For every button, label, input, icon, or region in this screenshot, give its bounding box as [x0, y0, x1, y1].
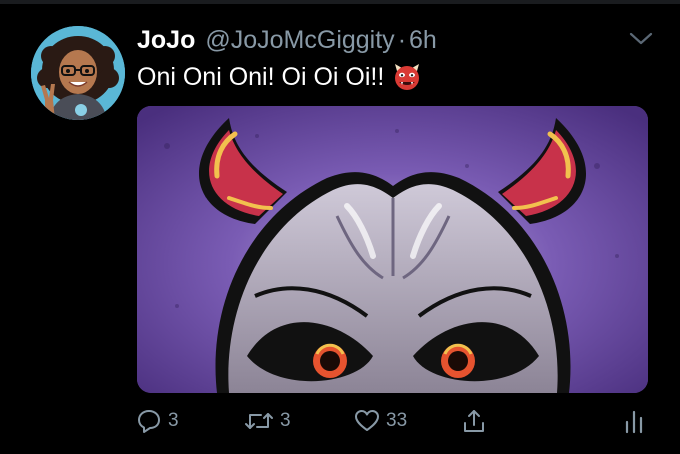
user-handle[interactable]: @JoJoMcGiggity: [205, 26, 394, 55]
retweet-count: 3: [280, 410, 291, 431]
avatar-illustration: [31, 26, 125, 120]
display-name[interactable]: JoJo: [137, 26, 195, 55]
like-count: 33: [386, 410, 408, 431]
tweet-header: JoJo @JoJoMcGiggity · 6h: [137, 26, 437, 56]
chevron-down-icon: [629, 32, 653, 45]
analytics-icon: [625, 410, 643, 434]
tweet[interactable]: JoJo @JoJoMcGiggity · 6h Oni Oni Oni! Oi…: [0, 0, 680, 454]
share-icon: [464, 410, 484, 432]
oni-demon-image: [137, 106, 648, 393]
avatar[interactable]: [31, 26, 125, 120]
reply-button[interactable]: 3: [136, 408, 179, 434]
retweet-icon: [245, 413, 273, 429]
heart-icon: [355, 410, 379, 431]
tweet-text: Oni Oni Oni! Oi Oi Oi!!: [137, 62, 422, 92]
more-options-button[interactable]: [626, 28, 656, 50]
timestamp[interactable]: 6h: [409, 26, 437, 55]
tweet-media-image[interactable]: [137, 106, 648, 393]
like-button[interactable]: 33: [354, 408, 407, 434]
reply-icon: [138, 410, 160, 433]
separator-dot: ·: [397, 26, 407, 54]
tweet-text-content: Oni Oni Oni! Oi Oi Oi!!: [137, 62, 385, 91]
share-button[interactable]: [461, 408, 487, 434]
analytics-button[interactable]: [621, 408, 647, 434]
ogre-emoji-icon: [392, 62, 422, 92]
retweet-button[interactable]: 3: [244, 408, 291, 434]
reply-count: 3: [168, 410, 179, 431]
